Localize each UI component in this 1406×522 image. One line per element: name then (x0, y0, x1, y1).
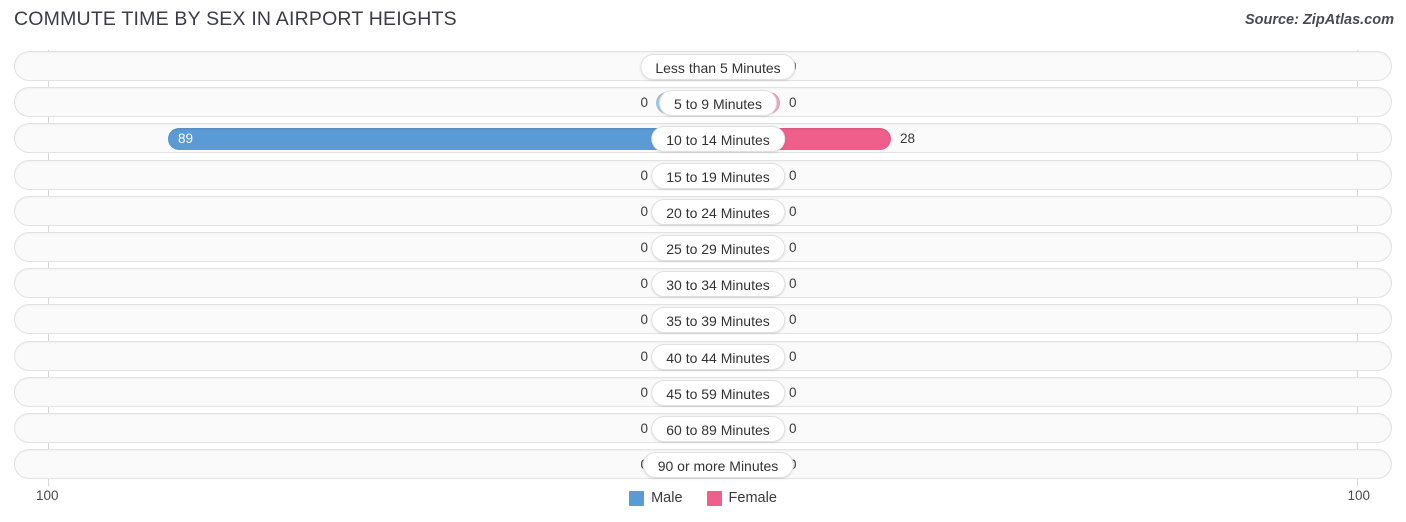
category-label-pill: 20 to 24 Minutes (651, 199, 785, 225)
table-row[interactable]: 0 0 25 to 29 Minutes (14, 232, 1392, 262)
chart-legend: Male Female (0, 490, 1406, 506)
bar-value-female: 0 (789, 421, 797, 436)
table-row[interactable]: 0 0 60 to 89 Minutes (14, 413, 1392, 443)
bar-value-male: 0 (640, 240, 648, 255)
bar-value-female: 0 (789, 168, 797, 183)
row-bar-area: 0 0 35 to 39 Minutes (15, 305, 1393, 335)
category-label-pill: 5 to 9 Minutes (659, 90, 777, 116)
legend-swatch-icon (629, 490, 645, 506)
bar-value-male: 0 (640, 168, 648, 183)
table-row[interactable]: 0 0 30 to 34 Minutes (14, 268, 1392, 298)
bar-value-male: 0 (640, 95, 648, 110)
bar-value-male: 0 (640, 204, 648, 219)
row-bar-area: 0 090 or more Minutes (15, 450, 1393, 480)
bar-value-female: 0 (789, 204, 797, 219)
category-label-pill: 35 to 39 Minutes (651, 307, 785, 333)
table-row[interactable]: 0 0 35 to 39 Minutes (14, 304, 1392, 334)
bar-value-female: 0 (789, 385, 797, 400)
bar-male[interactable] (167, 128, 718, 150)
table-row[interactable]: 0 0 20 to 24 Minutes (14, 196, 1392, 226)
bar-value-male: 0 (596, 450, 648, 480)
chart-header: COMMUTE TIME BY SEX IN AIRPORT HEIGHTS S… (0, 0, 1406, 42)
category-label-pill: Less than 5 Minutes (640, 54, 796, 80)
legend-swatch-icon (706, 490, 722, 506)
bar-value-female: 0 (789, 312, 797, 327)
legend-item-male[interactable]: Male (629, 490, 683, 506)
row-bar-area: 0 0 45 to 59 Minutes (15, 378, 1393, 408)
page-title: COMMUTE TIME BY SEX IN AIRPORT HEIGHTS (14, 8, 457, 30)
table-row[interactable]: 0 0 45 to 59 Minutes (14, 377, 1392, 407)
legend-item-female[interactable]: Female (706, 490, 777, 506)
category-label-pill: 25 to 29 Minutes (651, 235, 785, 261)
bar-value-female: 0 (789, 95, 797, 110)
row-bar-area: 00Less than 5 Minutes (15, 52, 1393, 82)
bar-value-male: 0 (640, 349, 648, 364)
category-label-pill: 10 to 14 Minutes (651, 126, 785, 152)
category-label-pill: 90 or more Minutes (642, 452, 794, 478)
legend-label: Female (728, 490, 777, 506)
chart-footer: 100 100 Male Female (0, 486, 1406, 522)
row-bar-area: 89 28 10 to 14 Minutes (15, 124, 1393, 154)
bar-value-female: 0 (789, 52, 849, 82)
bar-value-male: 0 (640, 421, 648, 436)
bar-value-female: 0 (789, 276, 797, 291)
chart-plot-area: 00Less than 5 Minutes005 to 9 Minutes892… (14, 50, 1392, 486)
row-bar-area: 0 0 20 to 24 Minutes (15, 197, 1393, 227)
bar-value-female: 0 (789, 240, 797, 255)
table-row[interactable]: 89 28 10 to 14 Minutes (14, 123, 1392, 153)
category-label-pill: 30 to 34 Minutes (651, 271, 785, 297)
bar-value-male: 0 (640, 312, 648, 327)
row-bar-area: 0 0 40 to 44 Minutes (15, 342, 1393, 372)
bar-value-female: 0 (789, 349, 797, 364)
category-label-pill: 45 to 59 Minutes (651, 380, 785, 406)
table-row[interactable]: 0 0 15 to 19 Minutes (14, 160, 1392, 190)
category-label-pill: 15 to 19 Minutes (651, 163, 785, 189)
bar-value-male: 0 (640, 276, 648, 291)
bar-value-male: 0 (640, 385, 648, 400)
table-row[interactable]: 00Less than 5 Minutes (14, 51, 1392, 81)
row-bar-area: 0 0 30 to 34 Minutes (15, 269, 1393, 299)
table-row[interactable]: 0 0 40 to 44 Minutes (14, 341, 1392, 371)
table-row[interactable]: 0 090 or more Minutes (14, 449, 1392, 479)
category-label-pill: 60 to 89 Minutes (651, 416, 785, 442)
bar-value-female: 28 (900, 131, 916, 146)
source-attribution: Source: ZipAtlas.com (1244, 12, 1394, 28)
row-bar-area: 0 0 5 to 9 Minutes (15, 88, 1393, 118)
bar-value-male: 89 (177, 131, 193, 146)
bar-value-female: 0 (789, 450, 849, 480)
row-bar-area: 0 0 60 to 89 Minutes (15, 414, 1393, 444)
row-bar-area: 0 0 25 to 29 Minutes (15, 233, 1393, 263)
legend-label: Male (651, 490, 683, 506)
row-bar-area: 0 0 15 to 19 Minutes (15, 161, 1393, 191)
table-row[interactable]: 0 0 5 to 9 Minutes (14, 87, 1392, 117)
category-label-pill: 40 to 44 Minutes (651, 344, 785, 370)
